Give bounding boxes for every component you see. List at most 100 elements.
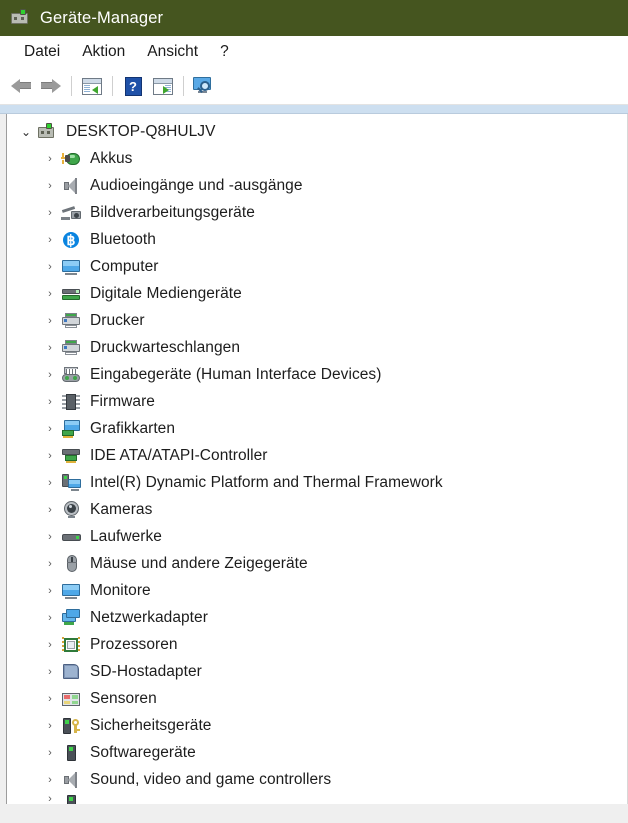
window-title: Geräte-Manager bbox=[40, 8, 164, 27]
tree-item-label: Sound, video and game controllers bbox=[90, 770, 332, 788]
expand-chevron-icon[interactable]: › bbox=[39, 288, 61, 300]
tree-item[interactable]: › Intel(R) Dynamic Platform and Thermal F… bbox=[7, 469, 627, 496]
pane-divider bbox=[0, 105, 628, 114]
device-tree-pane[interactable]: ⌄ DESKTOP-Q8HULJV › Akkus › Audioeingänge und… bbox=[6, 114, 628, 804]
tree-item[interactable]: › Sensoren bbox=[7, 685, 627, 712]
tree-item-label: Kameras bbox=[90, 500, 153, 518]
bluetooth-icon: ฿ bbox=[61, 230, 83, 250]
tree-item[interactable]: › Prozessoren bbox=[7, 631, 627, 658]
tree-root-item[interactable]: ⌄ DESKTOP-Q8HULJV bbox=[7, 118, 627, 145]
expand-chevron-icon[interactable]: › bbox=[39, 666, 61, 678]
tree-item[interactable]: › Akkus bbox=[7, 145, 627, 172]
tree-item-label: Druckwarteschlangen bbox=[90, 338, 240, 356]
tree-item[interactable]: › Softwaregeräte bbox=[7, 739, 627, 766]
tree-item-label: Netzwerkadapter bbox=[90, 608, 208, 626]
ide-controller-icon bbox=[61, 446, 83, 466]
menu-datei[interactable]: Datei bbox=[13, 41, 71, 64]
tree-item-label: Sensoren bbox=[90, 689, 157, 707]
expand-chevron-icon[interactable]: › bbox=[39, 720, 61, 732]
forward-button[interactable] bbox=[36, 72, 66, 100]
expand-chevron-icon[interactable]: › bbox=[39, 396, 61, 408]
expand-chevron-icon[interactable]: › bbox=[39, 423, 61, 435]
expand-chevron-icon[interactable]: › bbox=[39, 234, 61, 246]
expand-chevron-icon[interactable]: › bbox=[39, 639, 61, 651]
help-button[interactable]: ? bbox=[118, 72, 148, 100]
tree-item[interactable]: › Audioeingänge und -ausgänge bbox=[7, 172, 627, 199]
tree-item[interactable]: › ฿ Bluetooth bbox=[7, 226, 627, 253]
tree-item[interactable]: › Sicherheitsgeräte bbox=[7, 712, 627, 739]
expand-chevron-icon[interactable]: › bbox=[39, 153, 61, 165]
toolbar-separator bbox=[71, 76, 72, 96]
tree-item[interactable]: › Kameras bbox=[7, 496, 627, 523]
expand-chevron-icon[interactable]: › bbox=[39, 450, 61, 462]
tree-item-label: SD-Hostadapter bbox=[90, 662, 202, 680]
hid-input-icon bbox=[61, 365, 83, 385]
expand-chevron-icon[interactable]: › bbox=[39, 793, 61, 804]
expand-chevron-icon[interactable]: › bbox=[39, 747, 61, 759]
expand-chevron-icon[interactable]: › bbox=[39, 504, 61, 516]
expand-chevron-icon[interactable]: › bbox=[39, 558, 61, 570]
tree-item-label: Prozessoren bbox=[90, 635, 178, 653]
monitor-icon bbox=[61, 257, 83, 277]
speaker-icon bbox=[61, 176, 83, 196]
expand-chevron-icon[interactable]: › bbox=[39, 477, 61, 489]
tree-item-label: Bluetooth bbox=[90, 230, 156, 248]
chip-icon bbox=[61, 392, 83, 412]
scan-for-hardware-changes-button[interactable] bbox=[189, 72, 219, 100]
tree-item[interactable]: › Computer bbox=[7, 253, 627, 280]
tree-item[interactable]: › Netzwerkadapter bbox=[7, 604, 627, 631]
expand-chevron-icon[interactable]: › bbox=[39, 531, 61, 543]
tree-item[interactable]: › Eingabegeräte (Human Interface Devices) bbox=[7, 361, 627, 388]
speaker-icon bbox=[61, 770, 83, 790]
tree-item[interactable]: › Bildverarbeitungsgeräte bbox=[7, 199, 627, 226]
tree-item[interactable]: › Sound, video and game controllers bbox=[7, 766, 627, 793]
tree-item-label: Computer bbox=[90, 257, 159, 275]
tree-item-label: Audioeingänge und -ausgänge bbox=[90, 176, 303, 194]
expand-chevron-icon[interactable]: › bbox=[39, 315, 61, 327]
tree-item[interactable]: › Firmware bbox=[7, 388, 627, 415]
tree-item-label: Digitale Mediengeräte bbox=[90, 284, 242, 302]
menu-bar: Datei Aktion Ansicht ? bbox=[0, 36, 628, 68]
tree-item[interactable]: › Digitale Mediengeräte bbox=[7, 280, 627, 307]
back-arrow-icon bbox=[10, 77, 32, 95]
menu-ansicht[interactable]: Ansicht bbox=[136, 41, 209, 64]
forward-arrow-icon bbox=[40, 77, 62, 95]
show-hide-action-pane-button[interactable] bbox=[148, 72, 178, 100]
sensor-icon bbox=[61, 689, 83, 709]
expand-chevron-icon[interactable]: › bbox=[39, 369, 61, 381]
expand-chevron-icon[interactable]: › bbox=[39, 261, 61, 273]
show-hide-console-tree-button[interactable] bbox=[77, 72, 107, 100]
expand-chevron-icon[interactable]: › bbox=[39, 585, 61, 597]
expand-chevron-icon[interactable]: › bbox=[39, 207, 61, 219]
tree-item[interactable]: › Mäuse und andere Zeigegeräte bbox=[7, 550, 627, 577]
window-bottom-filler bbox=[0, 804, 628, 822]
camera-icon bbox=[61, 500, 83, 520]
expand-chevron-icon[interactable]: › bbox=[39, 342, 61, 354]
menu-aktion[interactable]: Aktion bbox=[71, 41, 136, 64]
disk-drive-icon bbox=[61, 527, 83, 547]
processor-icon bbox=[61, 635, 83, 655]
imaging-device-icon bbox=[61, 203, 83, 223]
tree-item-partial[interactable]: › bbox=[7, 793, 627, 804]
back-button[interactable] bbox=[6, 72, 36, 100]
tree-item-label: Firmware bbox=[90, 392, 155, 410]
tree-item[interactable]: › SD-Hostadapter bbox=[7, 658, 627, 685]
expand-chevron-icon[interactable]: › bbox=[39, 612, 61, 624]
expand-chevron-icon[interactable]: › bbox=[39, 180, 61, 192]
tree-item[interactable]: › Monitore bbox=[7, 577, 627, 604]
tree-item[interactable]: › Laufwerke bbox=[7, 523, 627, 550]
network-adapter-icon bbox=[61, 608, 83, 628]
tree-item[interactable]: › Druckwarteschlangen bbox=[7, 334, 627, 361]
computer-icon bbox=[37, 122, 59, 142]
tree-item[interactable]: › Drucker bbox=[7, 307, 627, 334]
menu-hilfe[interactable]: ? bbox=[209, 41, 240, 64]
tree-root-label: DESKTOP-Q8HULJV bbox=[66, 122, 216, 140]
tree-item[interactable]: › IDE ATA/ATAPI-Controller bbox=[7, 442, 627, 469]
toolbar-separator bbox=[112, 76, 113, 96]
sd-host-adapter-icon bbox=[61, 662, 83, 682]
expand-chevron-icon[interactable]: ⌄ bbox=[15, 125, 37, 139]
tree-item[interactable]: › Grafikkarten bbox=[7, 415, 627, 442]
expand-chevron-icon[interactable]: › bbox=[39, 693, 61, 705]
tree-item-label: Monitore bbox=[90, 581, 151, 599]
expand-chevron-icon[interactable]: › bbox=[39, 774, 61, 786]
